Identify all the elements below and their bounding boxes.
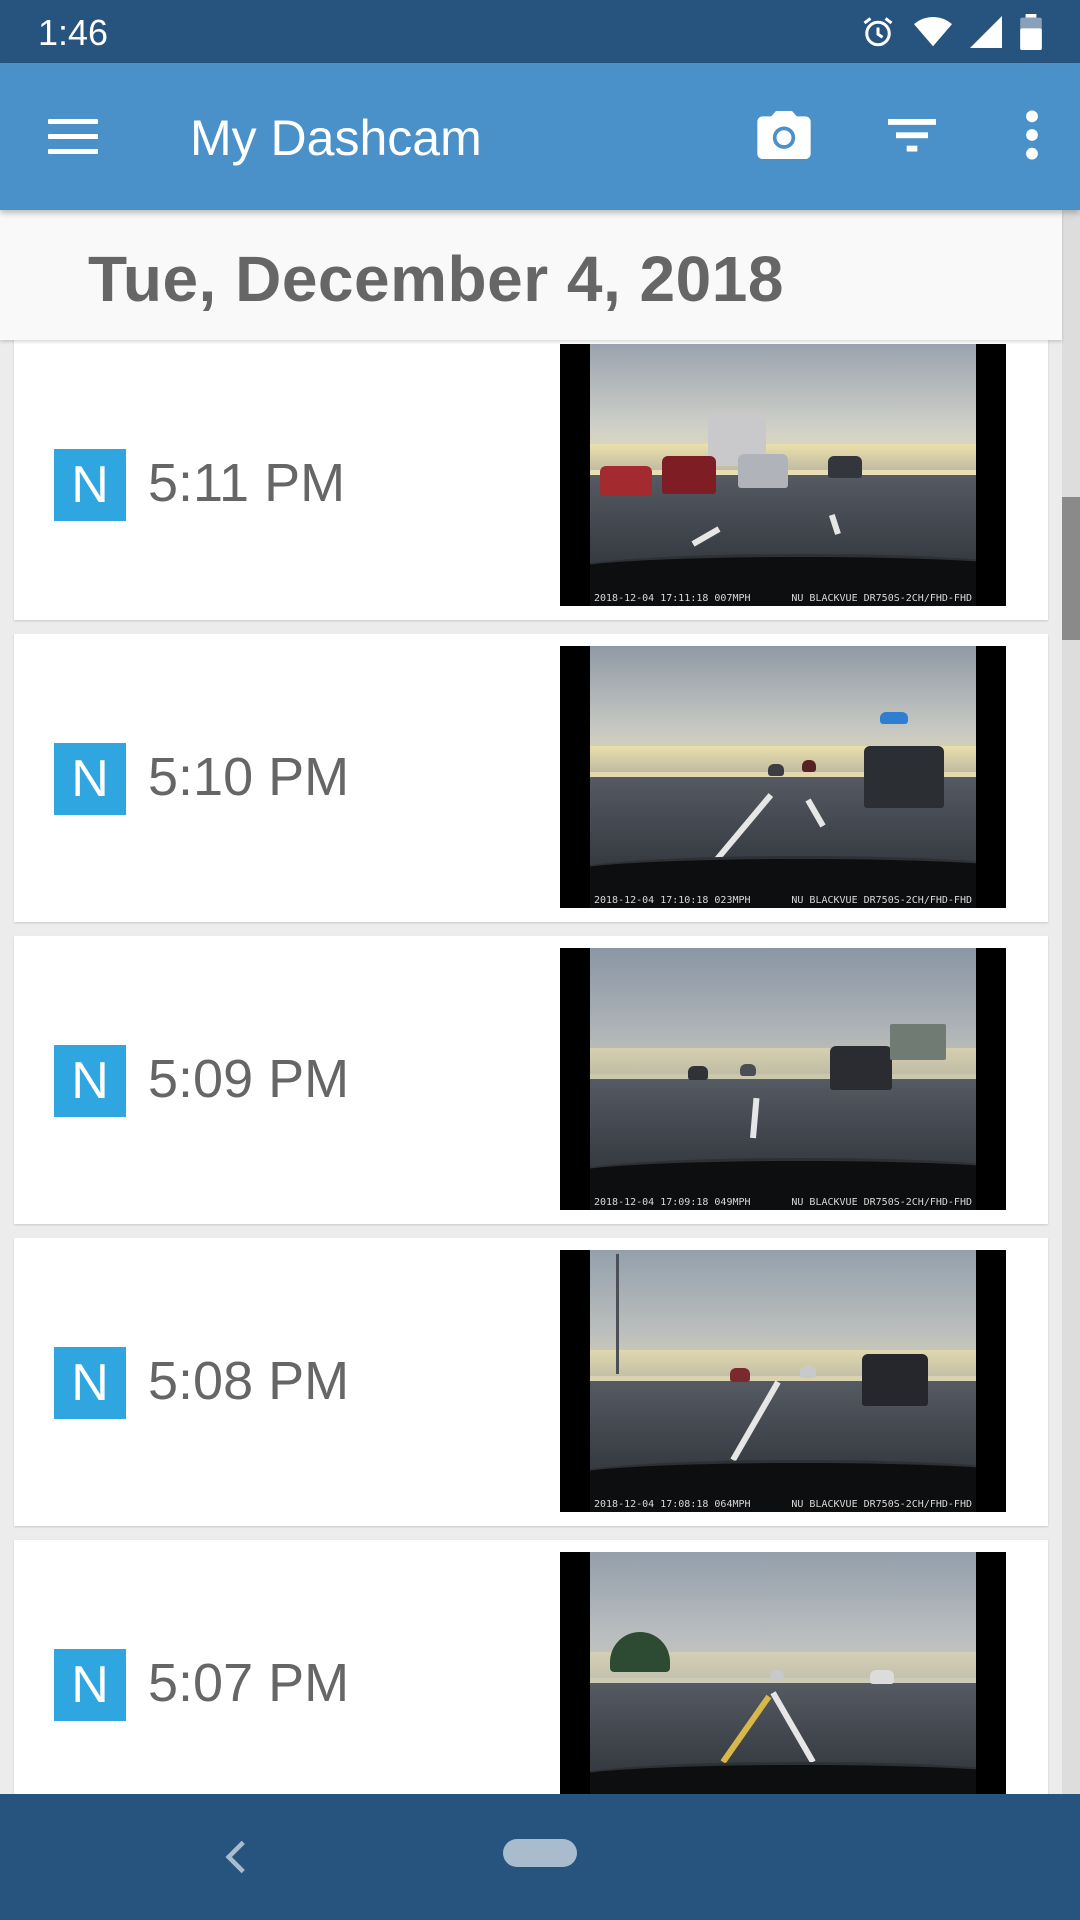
- wifi-icon: [914, 16, 952, 47]
- dashcam-scene: [590, 1552, 976, 1794]
- overlay-device: NU BLACKVUE DR750S-2CH/FHD-FHD: [791, 593, 972, 604]
- date-header: Tue, December 4, 2018: [0, 210, 1062, 340]
- overlay-device: NU BLACKVUE DR750S-2CH/FHD-FHD: [791, 895, 972, 906]
- signal-icon: [970, 16, 1002, 48]
- overlay-device: NU BLACKVUE DR750S-2CH/FHD-FHD: [791, 1197, 972, 1208]
- recording-item[interactable]: N 5:10 PM 2018-12-04 17:10:18 023MPH NU B…: [14, 634, 1048, 922]
- alarm-icon: [863, 17, 893, 47]
- status-bar: 1:46: [0, 0, 1080, 63]
- dashcam-scene: [590, 1250, 976, 1512]
- scrollbar-track[interactable]: [1062, 210, 1080, 1794]
- recording-time: 5:09 PM: [148, 1049, 350, 1109]
- navigation-bar: [0, 1794, 1080, 1920]
- overlay-device: NU BLACKVUE DR750S-2CH/FHD-FHD: [791, 1499, 972, 1510]
- recording-time: 5:08 PM: [148, 1351, 350, 1411]
- video-thumbnail[interactable]: 2018-12-04 17:09:18 049MPH NU BLACKVUE DR…: [560, 948, 1006, 1210]
- recording-time: 5:11 PM: [148, 453, 346, 513]
- normal-badge: N: [54, 1045, 126, 1117]
- recording-item[interactable]: N 5:11 PM 2018-12-04 17:11:18 007MPH NU B…: [14, 340, 1048, 620]
- recording-time: 5:07 PM: [148, 1653, 350, 1713]
- dashcam-scene: [590, 344, 976, 606]
- app-title: My Dashcam: [190, 110, 482, 166]
- normal-badge: N: [54, 743, 126, 815]
- overlay-timestamp: 2018-12-04 17:10:18 023MPH: [594, 895, 751, 906]
- app-bar: My Dashcam: [0, 63, 1080, 210]
- overlay-timestamp: 2018-12-04 17:08:18 064MPH: [594, 1499, 751, 1510]
- normal-badge: N: [54, 449, 126, 521]
- recording-item[interactable]: N 5:08 PM 2018-12-04 17:08:18 064MPH NU B…: [14, 1238, 1048, 1526]
- dashcam-scene: [590, 948, 976, 1210]
- video-thumbnail[interactable]: [560, 1552, 1006, 1794]
- status-icons: [860, 14, 1042, 50]
- home-pill[interactable]: [503, 1839, 577, 1867]
- recording-item[interactable]: N 5:07 PM: [14, 1540, 1048, 1794]
- overlay-timestamp: 2018-12-04 17:09:18 049MPH: [594, 1197, 751, 1208]
- date-text: Tue, December 4, 2018: [88, 243, 784, 315]
- recording-list: N 5:11 PM 2018-12-04 17:11:18 007MPH NU B…: [0, 340, 1062, 1794]
- filter-icon[interactable]: [880, 103, 944, 167]
- more-vert-icon[interactable]: [1000, 103, 1064, 167]
- status-time: 1:46: [38, 12, 109, 53]
- camera-icon[interactable]: [752, 103, 816, 167]
- recording-item[interactable]: N 5:09 PM 2018-12-04 17:09:18 049MPH NU B…: [14, 936, 1048, 1224]
- video-thumbnail[interactable]: 2018-12-04 17:11:18 007MPH NU BLACKVUE DR…: [560, 344, 1006, 606]
- video-thumbnail[interactable]: 2018-12-04 17:10:18 023MPH NU BLACKVUE DR…: [560, 646, 1006, 908]
- back-icon[interactable]: [212, 1832, 262, 1882]
- menu-icon[interactable]: [48, 119, 98, 155]
- normal-badge: N: [54, 1649, 126, 1721]
- overlay-timestamp: 2018-12-04 17:11:18 007MPH: [594, 593, 751, 604]
- scrollbar-thumb[interactable]: [1062, 497, 1080, 640]
- normal-badge: N: [54, 1347, 126, 1419]
- dashcam-scene: [590, 646, 976, 908]
- recording-time: 5:10 PM: [148, 747, 350, 807]
- battery-icon: [1020, 14, 1042, 50]
- video-thumbnail[interactable]: 2018-12-04 17:08:18 064MPH NU BLACKVUE DR…: [560, 1250, 1006, 1512]
